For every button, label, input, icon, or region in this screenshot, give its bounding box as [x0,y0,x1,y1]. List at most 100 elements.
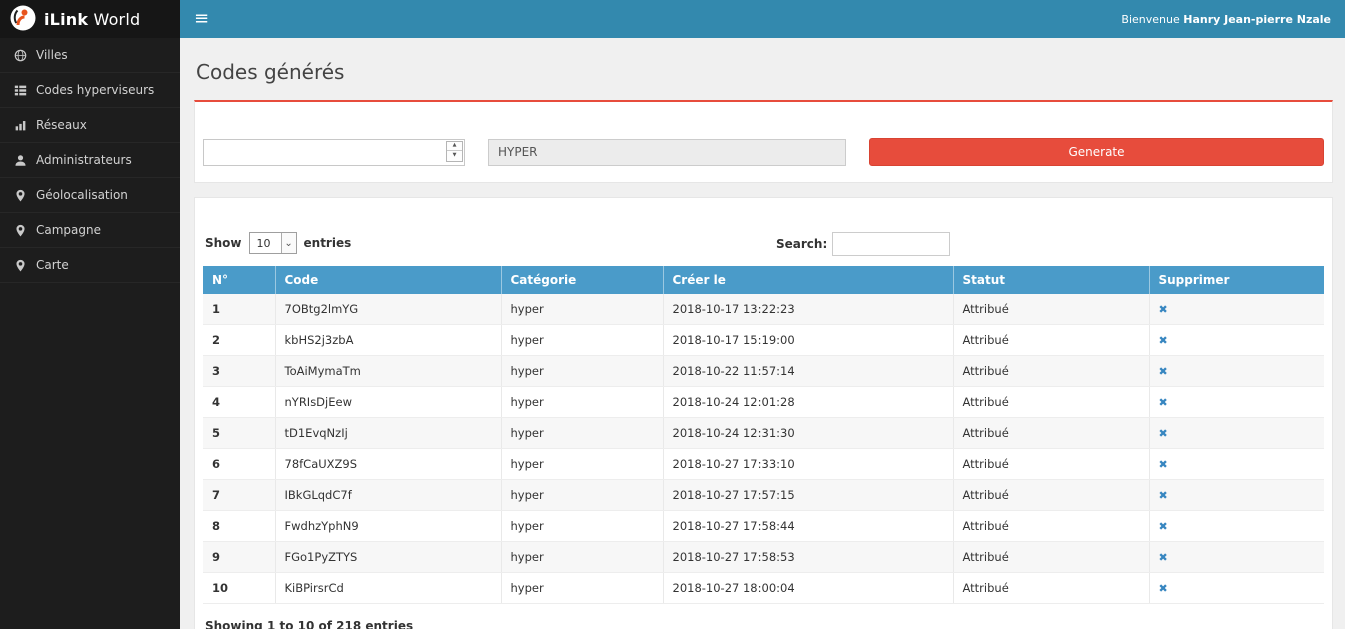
cell-code: FwdhzYphN9 [275,511,501,542]
table-footer: Showing 1 to 10 of 218 entries Previous1… [203,617,1324,629]
cell-delete: ✖ [1149,325,1324,356]
cell-code: nYRIsDjEew [275,387,501,418]
stepper-up-icon[interactable]: ▲ [447,142,462,152]
sidebar-item-villes[interactable]: Villes [0,38,180,73]
sidebar-item-label: Réseaux [36,118,87,132]
stepper-arrows[interactable]: ▲ ▼ [446,141,463,162]
column-header[interactable]: N° [203,266,275,294]
table-row: 4nYRIsDjEewhyper2018-10-24 12:01:28Attri… [203,387,1324,418]
sidebar-item-label: Carte [36,258,69,272]
cell-code: IBkGLqdC7f [275,480,501,511]
cell-created: 2018-10-24 12:31:30 [663,418,953,449]
cell-category: hyper [501,325,663,356]
delete-icon[interactable]: ✖ [1159,520,1168,533]
cell-status: Attribué [953,542,1149,573]
menu-toggle-button[interactable]: ≡ [194,10,209,28]
delete-icon[interactable]: ✖ [1159,458,1168,471]
generate-button[interactable]: Generate [869,138,1324,166]
cell-delete: ✖ [1149,418,1324,449]
stepper-down-icon[interactable]: ▼ [447,151,462,161]
cell-status: Attribué [953,325,1149,356]
sidebar: Villes Codes hyperviseurs Réseaux Administr… [0,38,180,629]
cell-num: 6 [203,449,275,480]
sidebar-item-reseaux[interactable]: Réseaux [0,108,180,143]
sidebar-item-campagne[interactable]: Campagne [0,213,180,248]
app-logo-area[interactable]: iLink World [0,0,180,38]
cell-num: 3 [203,356,275,387]
table-header-row: N°CodeCatégorieCréer leStatutSupprimer [203,266,1324,294]
cell-created: 2018-10-27 18:00:04 [663,573,953,604]
cell-num: 5 [203,418,275,449]
map-pin-icon [13,223,27,237]
generator-panel: ▲ ▼ Generate [194,100,1333,183]
quantity-stepper[interactable]: ▲ ▼ [203,139,465,166]
codes-table: N°CodeCatégorieCréer leStatutSupprimer 1… [203,266,1324,604]
cell-created: 2018-10-22 11:57:14 [663,356,953,387]
map-pin-icon [13,258,27,272]
cell-delete: ✖ [1149,511,1324,542]
globe-icon [13,48,27,62]
sidebar-item-administrateurs[interactable]: Administrateurs [0,143,180,178]
table-row: 8FwdhzYphN9hyper2018-10-27 17:58:44Attri… [203,511,1324,542]
cell-num: 8 [203,511,275,542]
quantity-input[interactable] [203,139,465,166]
table-body: 17OBtg2lmYGhyper2018-10-17 13:22:23Attri… [203,294,1324,604]
delete-icon[interactable]: ✖ [1159,427,1168,440]
cell-status: Attribué [953,449,1149,480]
delete-icon[interactable]: ✖ [1159,489,1168,502]
table-row: 3ToAiMymaTmhyper2018-10-22 11:57:14Attri… [203,356,1324,387]
cell-category: hyper [501,480,663,511]
cell-category: hyper [501,294,663,325]
cell-delete: ✖ [1149,449,1324,480]
cell-category: hyper [501,542,663,573]
delete-icon[interactable]: ✖ [1159,303,1168,316]
delete-icon[interactable]: ✖ [1159,334,1168,347]
sidebar-item-label: Campagne [36,223,101,237]
show-label: Show [205,236,242,250]
table-row: 9FGo1PyZTYShyper2018-10-27 17:58:53Attri… [203,542,1324,573]
sidebar-item-codes-hyperviseurs[interactable]: Codes hyperviseurs [0,73,180,108]
delete-icon[interactable]: ✖ [1159,582,1168,595]
cell-code: KiBPirsrCd [275,573,501,604]
cell-category: hyper [501,356,663,387]
column-header[interactable]: Catégorie [501,266,663,294]
topbar: iLink World ≡ Bienvenue Hanry Jean-pierr… [0,0,1345,38]
cell-status: Attribué [953,294,1149,325]
column-header[interactable]: Code [275,266,501,294]
column-header[interactable]: Supprimer [1149,266,1324,294]
user-icon [13,153,27,167]
cell-code: kbHS2j3zbA [275,325,501,356]
search-input[interactable] [832,232,950,256]
welcome-text: Bienvenue Hanry Jean-pierre Nzale [1121,13,1331,26]
table-row: 5tD1EvqNzIjhyper2018-10-24 12:31:30Attri… [203,418,1324,449]
table-controls: Show 10 ⌄ entries Search: [203,232,1324,256]
cell-num: 7 [203,480,275,511]
page-size-select[interactable]: 10 ⌄ [249,232,297,254]
cell-status: Attribué [953,511,1149,542]
cell-status: Attribué [953,418,1149,449]
cell-delete: ✖ [1149,542,1324,573]
sidebar-item-carte[interactable]: Carte [0,248,180,283]
chevron-down-icon: ⌄ [281,233,296,253]
cell-status: Attribué [953,573,1149,604]
sidebar-item-label: Codes hyperviseurs [36,83,154,97]
search-label: Search: [776,237,827,251]
table-row: 17OBtg2lmYGhyper2018-10-17 13:22:23Attri… [203,294,1324,325]
main-content: Codes générés ▲ ▼ Generate Show 10 ⌄ [180,38,1345,629]
table-row: 10KiBPirsrCdhyper2018-10-27 18:00:04Attr… [203,573,1324,604]
cell-delete: ✖ [1149,356,1324,387]
cell-category: hyper [501,449,663,480]
app-logo [10,5,36,34]
column-header[interactable]: Créer le [663,266,953,294]
delete-icon[interactable]: ✖ [1159,551,1168,564]
table-row: 2kbHS2j3zbAhyper2018-10-17 15:19:00Attri… [203,325,1324,356]
column-header[interactable]: Statut [953,266,1149,294]
delete-icon[interactable]: ✖ [1159,365,1168,378]
cell-created: 2018-10-27 17:58:53 [663,542,953,573]
delete-icon[interactable]: ✖ [1159,396,1168,409]
search-control: Search: [776,232,950,256]
cell-status: Attribué [953,356,1149,387]
cell-category: hyper [501,511,663,542]
sidebar-item-geolocalisation[interactable]: Géolocalisation [0,178,180,213]
cell-created: 2018-10-17 15:19:00 [663,325,953,356]
